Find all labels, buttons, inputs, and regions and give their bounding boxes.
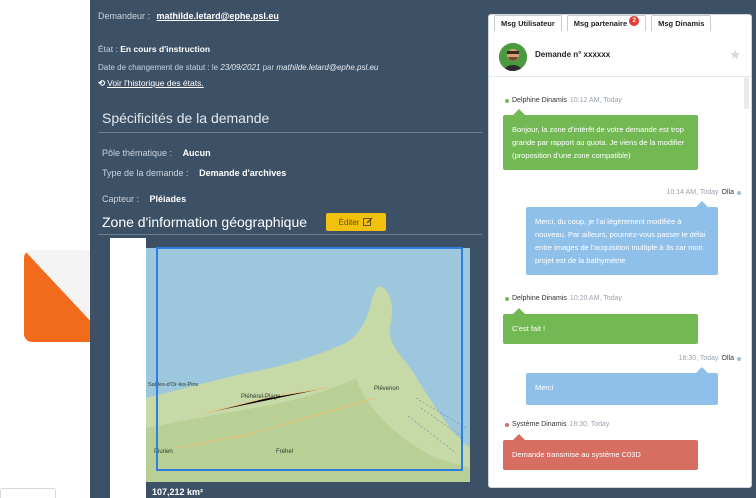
edit-button[interactable]: Éditer [326,213,386,231]
area-value: 107,212 km² [152,487,204,497]
history-link[interactable]: ⟲ Voir l'historique des états. [98,78,204,89]
tab-label: Msg Dinamis [658,19,705,28]
status-dot [737,356,741,361]
message-meta: 10:14 AM, Today Olla [667,189,741,196]
state-label: État : [98,44,118,54]
geo-divider [98,234,482,235]
message-author: Olla [721,355,734,362]
chat-panel: Demande n° xxxxxx ★ Delphine Dinamis 10:… [488,14,752,488]
history-link-text: Voir l'historique des états. [107,78,204,88]
geo-title: Zone d'information géographique [102,214,308,230]
message-bubble: C'est fait ! [503,308,698,344]
state-value: En cours d'instruction [120,44,211,54]
type-field: Type de la demande : Demande d'archives [102,168,286,178]
sensor-field: Capteur : Pléiades [102,194,186,204]
date-by: par [262,63,275,72]
left-white-block [110,238,146,498]
sensor-label: Capteur : [102,194,140,204]
type-label: Type de la demande : [102,168,189,178]
message-bubble: Bonjour, la zone d'intérêt de votre dema… [503,109,698,170]
theme-field: Pôle thématique : Aucun [102,148,211,158]
message-time: 18:30, Today [569,421,610,428]
message-author: Olla [721,189,734,196]
message-meta: Système Dinamis 18:30, Today [505,421,609,428]
message-time: 10:12 AM, Today [569,97,622,104]
type-value: Demande d'archives [199,168,287,178]
requester-email[interactable]: mathilde.letard@ephe.psl.eu [157,11,279,21]
specs-divider [98,132,482,133]
theme-value: Aucun [182,148,211,158]
tab-label: Msg Utilisateur [501,19,555,28]
status-dot [505,422,509,427]
message-author: Delphine Dinamis [512,97,567,104]
chat-scrollbar[interactable] [744,77,749,109]
edit-label: Éditer [338,217,360,227]
history-icon: ⟲ [98,78,106,88]
message-bubble: Merci, du coup, je l'ai légèrement modif… [526,201,718,275]
requester-line: Demandeur : mathilde.letard@ephe.psl.eu [98,11,279,21]
message-bubble: Merci [526,367,718,405]
date-author: mathilde.letard@ephe.psl.eu [276,63,379,72]
message-author: Système Dinamis [512,421,567,428]
message-time: 10:14 AM, Today [666,189,719,196]
tab-dinamis[interactable]: Msg Dinamis [651,15,712,31]
bottom-left-box [0,488,56,498]
message-time: 18:30, Today [678,355,719,362]
state-line: État : En cours d'instruction [98,44,210,54]
message-author: Delphine Dinamis [512,295,567,302]
edit-icon [363,217,373,228]
chat-header: Demande n° xxxxxx ★ [489,37,751,77]
message-time: 10:20 AM, Today [569,295,622,302]
avatar [499,43,527,71]
date-value: 23/09/2021 [220,63,261,72]
message-tabs: Msg Utilisateur Msg partenaire 2 Msg Din… [494,15,712,31]
message-meta: Delphine Dinamis 10:12 AM, Today [505,97,622,104]
unread-badge: 2 [629,15,640,26]
tab-partner[interactable]: Msg partenaire 2 [566,15,647,31]
status-dot [505,98,509,103]
tab-label: Msg partenaire [573,19,628,28]
message-meta: Delphine Dinamis 10:20 AM, Today [505,295,622,302]
status-dot [505,296,509,301]
tab-user[interactable]: Msg Utilisateur [494,15,562,31]
date-prefix: Date de changement de statut : le [98,63,219,72]
status-date-line: Date de changement de statut : le 23/09/… [98,63,378,72]
requester-label: Demandeur : [98,11,151,21]
message-meta: 18:30, Today Olla [679,355,741,362]
message-bubble: Demande transmise au système C03D [503,434,698,470]
screen: Demandeur : mathilde.letard@ephe.psl.eu … [0,0,756,498]
chat-title: Demande n° xxxxxx [535,50,611,59]
theme-label: Pôle thématique : [102,148,173,158]
status-dot [737,190,741,195]
sensor-value: Pléiades [149,194,187,204]
area-outline[interactable] [156,247,463,471]
specs-title: Spécificités de la demande [102,110,270,126]
star-icon[interactable]: ★ [729,47,741,63]
